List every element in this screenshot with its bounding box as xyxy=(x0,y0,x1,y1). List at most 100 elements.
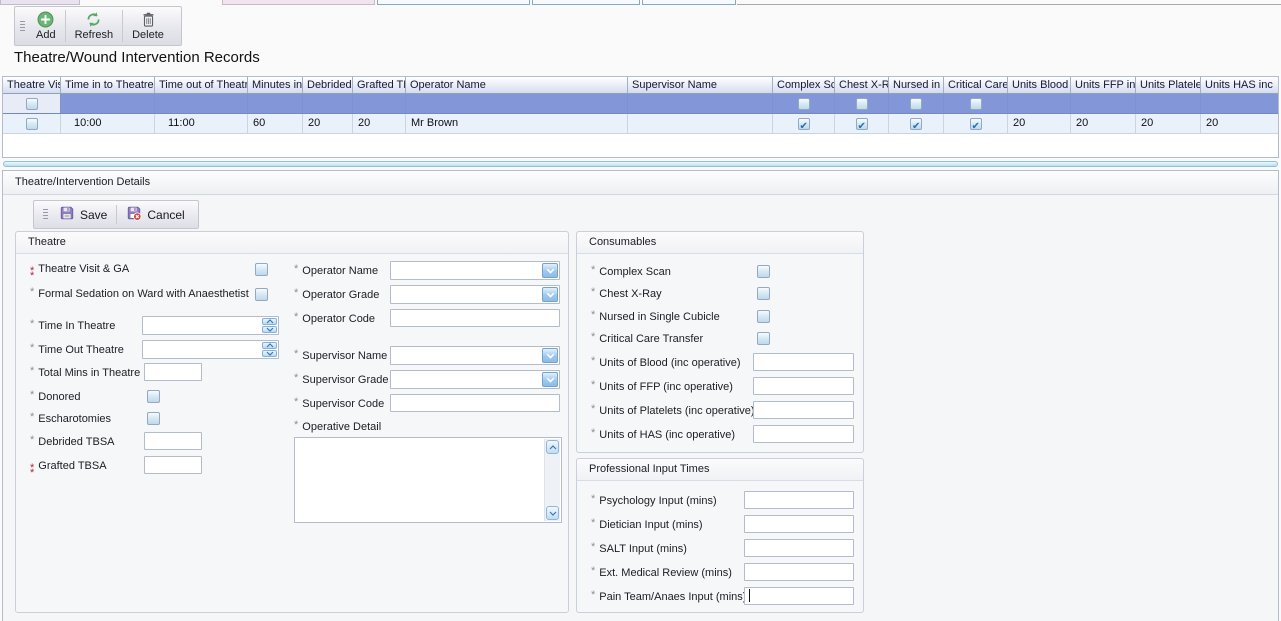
save-button[interactable]: Save xyxy=(50,201,116,228)
units-blood-input[interactable] xyxy=(753,353,854,371)
col-time-out[interactable]: Time out of Theatre xyxy=(155,77,248,93)
col-critical-care[interactable]: Critical Care xyxy=(944,77,1008,93)
ext-medical-input[interactable] xyxy=(744,563,854,581)
total-mins-input[interactable] xyxy=(144,363,202,381)
operator-name-combobox[interactable] xyxy=(390,261,560,280)
time-out-theatre-input[interactable] xyxy=(142,340,279,359)
theatre-visit-checkbox[interactable] xyxy=(26,98,38,110)
chevron-down-icon[interactable] xyxy=(542,287,558,302)
col-debrided[interactable]: Debrided TBSA xyxy=(303,77,353,93)
donored-checkbox[interactable] xyxy=(147,390,160,403)
grafted-tbsa-input[interactable] xyxy=(144,456,202,474)
units-has-input[interactable] xyxy=(753,425,854,443)
chest-xray-form-checkbox[interactable] xyxy=(757,287,770,300)
debrided-tbsa-input[interactable] xyxy=(144,432,202,450)
salt-input[interactable] xyxy=(744,539,854,557)
supervisor-code-input[interactable] xyxy=(390,394,560,412)
critical-care-form-checkbox[interactable] xyxy=(757,332,770,345)
professional-groupbox: Professional Input Times *Psychology Inp… xyxy=(576,458,864,613)
col-operator-name[interactable]: Operator Name xyxy=(406,77,628,93)
field-label-operator-code: *Operator Code xyxy=(294,313,375,325)
supervisor-name-combobox[interactable] xyxy=(390,346,560,365)
save-toolbar-grip[interactable] xyxy=(41,204,50,225)
nursed-single-form-checkbox[interactable] xyxy=(757,310,770,323)
field-label-debrided-tbsa: *Debrided TBSA xyxy=(30,436,115,448)
main-toolbar: Add Refresh Delete xyxy=(14,6,182,46)
units-ffp-input[interactable] xyxy=(753,377,854,395)
operator-code-input[interactable] xyxy=(390,309,560,327)
optional-asterisk: * xyxy=(591,331,595,343)
tab-remnant-active[interactable] xyxy=(222,0,375,5)
chest-xray-checkbox[interactable] xyxy=(856,118,868,130)
refresh-icon xyxy=(85,11,102,28)
nursed-single-checkbox[interactable] xyxy=(910,98,922,110)
theatre-groupbox: Theatre **Theatre Visit & GA *Formal Sed… xyxy=(15,231,569,613)
field-label-critical-care: *Critical Care Transfer xyxy=(591,333,703,345)
scroll-up-icon xyxy=(546,440,559,454)
theatre-visit-checkbox[interactable] xyxy=(26,118,38,130)
time-out-spinner[interactable] xyxy=(262,342,277,357)
complex-scan-form-checkbox[interactable] xyxy=(757,265,770,278)
col-units-platelets[interactable]: Units Platelets xyxy=(1136,77,1201,93)
tab-remnant[interactable] xyxy=(377,0,530,5)
complex-scan-checkbox[interactable] xyxy=(798,98,810,110)
col-supervisor-name[interactable]: Supervisor Name xyxy=(628,77,773,93)
tab-remnant[interactable] xyxy=(642,0,736,5)
supervisor-grade-combobox[interactable] xyxy=(390,370,560,389)
add-button[interactable]: Add xyxy=(27,7,65,45)
field-label-theatre-visit-ga: **Theatre Visit & GA xyxy=(30,263,129,277)
grid-row-selected[interactable] xyxy=(3,94,1278,114)
critical-care-checkbox[interactable] xyxy=(970,98,982,110)
details-title: Theatre/Intervention Details xyxy=(3,171,1278,195)
tab-remnant[interactable] xyxy=(532,0,640,5)
col-grafted[interactable]: Grafted TBSA xyxy=(353,77,406,93)
optional-asterisk: * xyxy=(591,309,595,321)
tab-remnant[interactable] xyxy=(0,0,80,5)
col-chest-xray[interactable]: Chest X-Ray xyxy=(835,77,889,93)
col-theatre-visit[interactable]: Theatre Visit xyxy=(3,77,61,93)
col-units-ffp[interactable]: Units FFP inc xyxy=(1071,77,1136,93)
col-nursed-single[interactable]: Nursed in Single xyxy=(889,77,944,93)
col-units-blood[interactable]: Units Blood inc xyxy=(1008,77,1071,93)
formal-sedation-checkbox[interactable] xyxy=(255,288,268,301)
grid-row[interactable]: 10:00 11:00 60 20 20 Mr Brown 20 20 20 2… xyxy=(3,114,1278,134)
operative-detail-textarea[interactable] xyxy=(294,437,562,523)
splitter-handle[interactable] xyxy=(3,161,1278,167)
delete-button[interactable]: Delete xyxy=(123,7,173,45)
operator-grade-combobox[interactable] xyxy=(390,285,560,304)
col-complex-scan[interactable]: Complex Scan xyxy=(773,77,835,93)
optional-asterisk: * xyxy=(591,565,595,577)
toolbar-grip[interactable] xyxy=(18,10,27,42)
critical-care-checkbox[interactable] xyxy=(970,118,982,130)
nursed-single-checkbox[interactable] xyxy=(910,118,922,130)
col-minutes[interactable]: Minutes in Theatre xyxy=(248,77,303,93)
col-units-has[interactable]: Units HAS inc xyxy=(1201,77,1281,93)
theatre-visit-ga-checkbox[interactable] xyxy=(255,263,268,276)
chest-xray-checkbox[interactable] xyxy=(856,98,868,110)
chevron-down-icon[interactable] xyxy=(542,348,558,363)
psychology-input[interactable] xyxy=(744,491,854,509)
field-label-psychology: *Psychology Input (mins) xyxy=(591,495,717,507)
cancel-button[interactable]: Cancel xyxy=(117,201,193,228)
save-toolbar: Save Cancel xyxy=(33,200,199,229)
textarea-scrollbar[interactable] xyxy=(544,439,560,521)
field-label-units-platelets: *Units of Platelets (inc operative) xyxy=(591,405,755,417)
optional-asterisk: * xyxy=(591,403,595,415)
optional-asterisk: * xyxy=(591,355,595,367)
save-icon xyxy=(59,205,75,224)
field-label-supervisor-code: *Supervisor Code xyxy=(294,398,384,410)
dietician-input[interactable] xyxy=(744,515,854,533)
pain-team-input[interactable] xyxy=(744,587,854,605)
refresh-button[interactable]: Refresh xyxy=(66,7,123,45)
units-platelets-input[interactable] xyxy=(753,401,854,419)
field-label-supervisor-grade: *Supervisor Grade xyxy=(294,374,389,386)
field-label-time-out-theatre: *Time Out Theatre xyxy=(30,344,124,356)
time-in-theatre-input[interactable] xyxy=(142,316,279,335)
time-in-spinner[interactable] xyxy=(262,318,277,333)
optional-asterisk: * xyxy=(591,286,595,298)
chevron-down-icon[interactable] xyxy=(542,372,558,387)
complex-scan-checkbox[interactable] xyxy=(798,118,810,130)
escharotomies-checkbox[interactable] xyxy=(147,412,160,425)
chevron-down-icon[interactable] xyxy=(542,263,558,278)
col-time-in[interactable]: Time in to Theatre xyxy=(61,77,155,93)
